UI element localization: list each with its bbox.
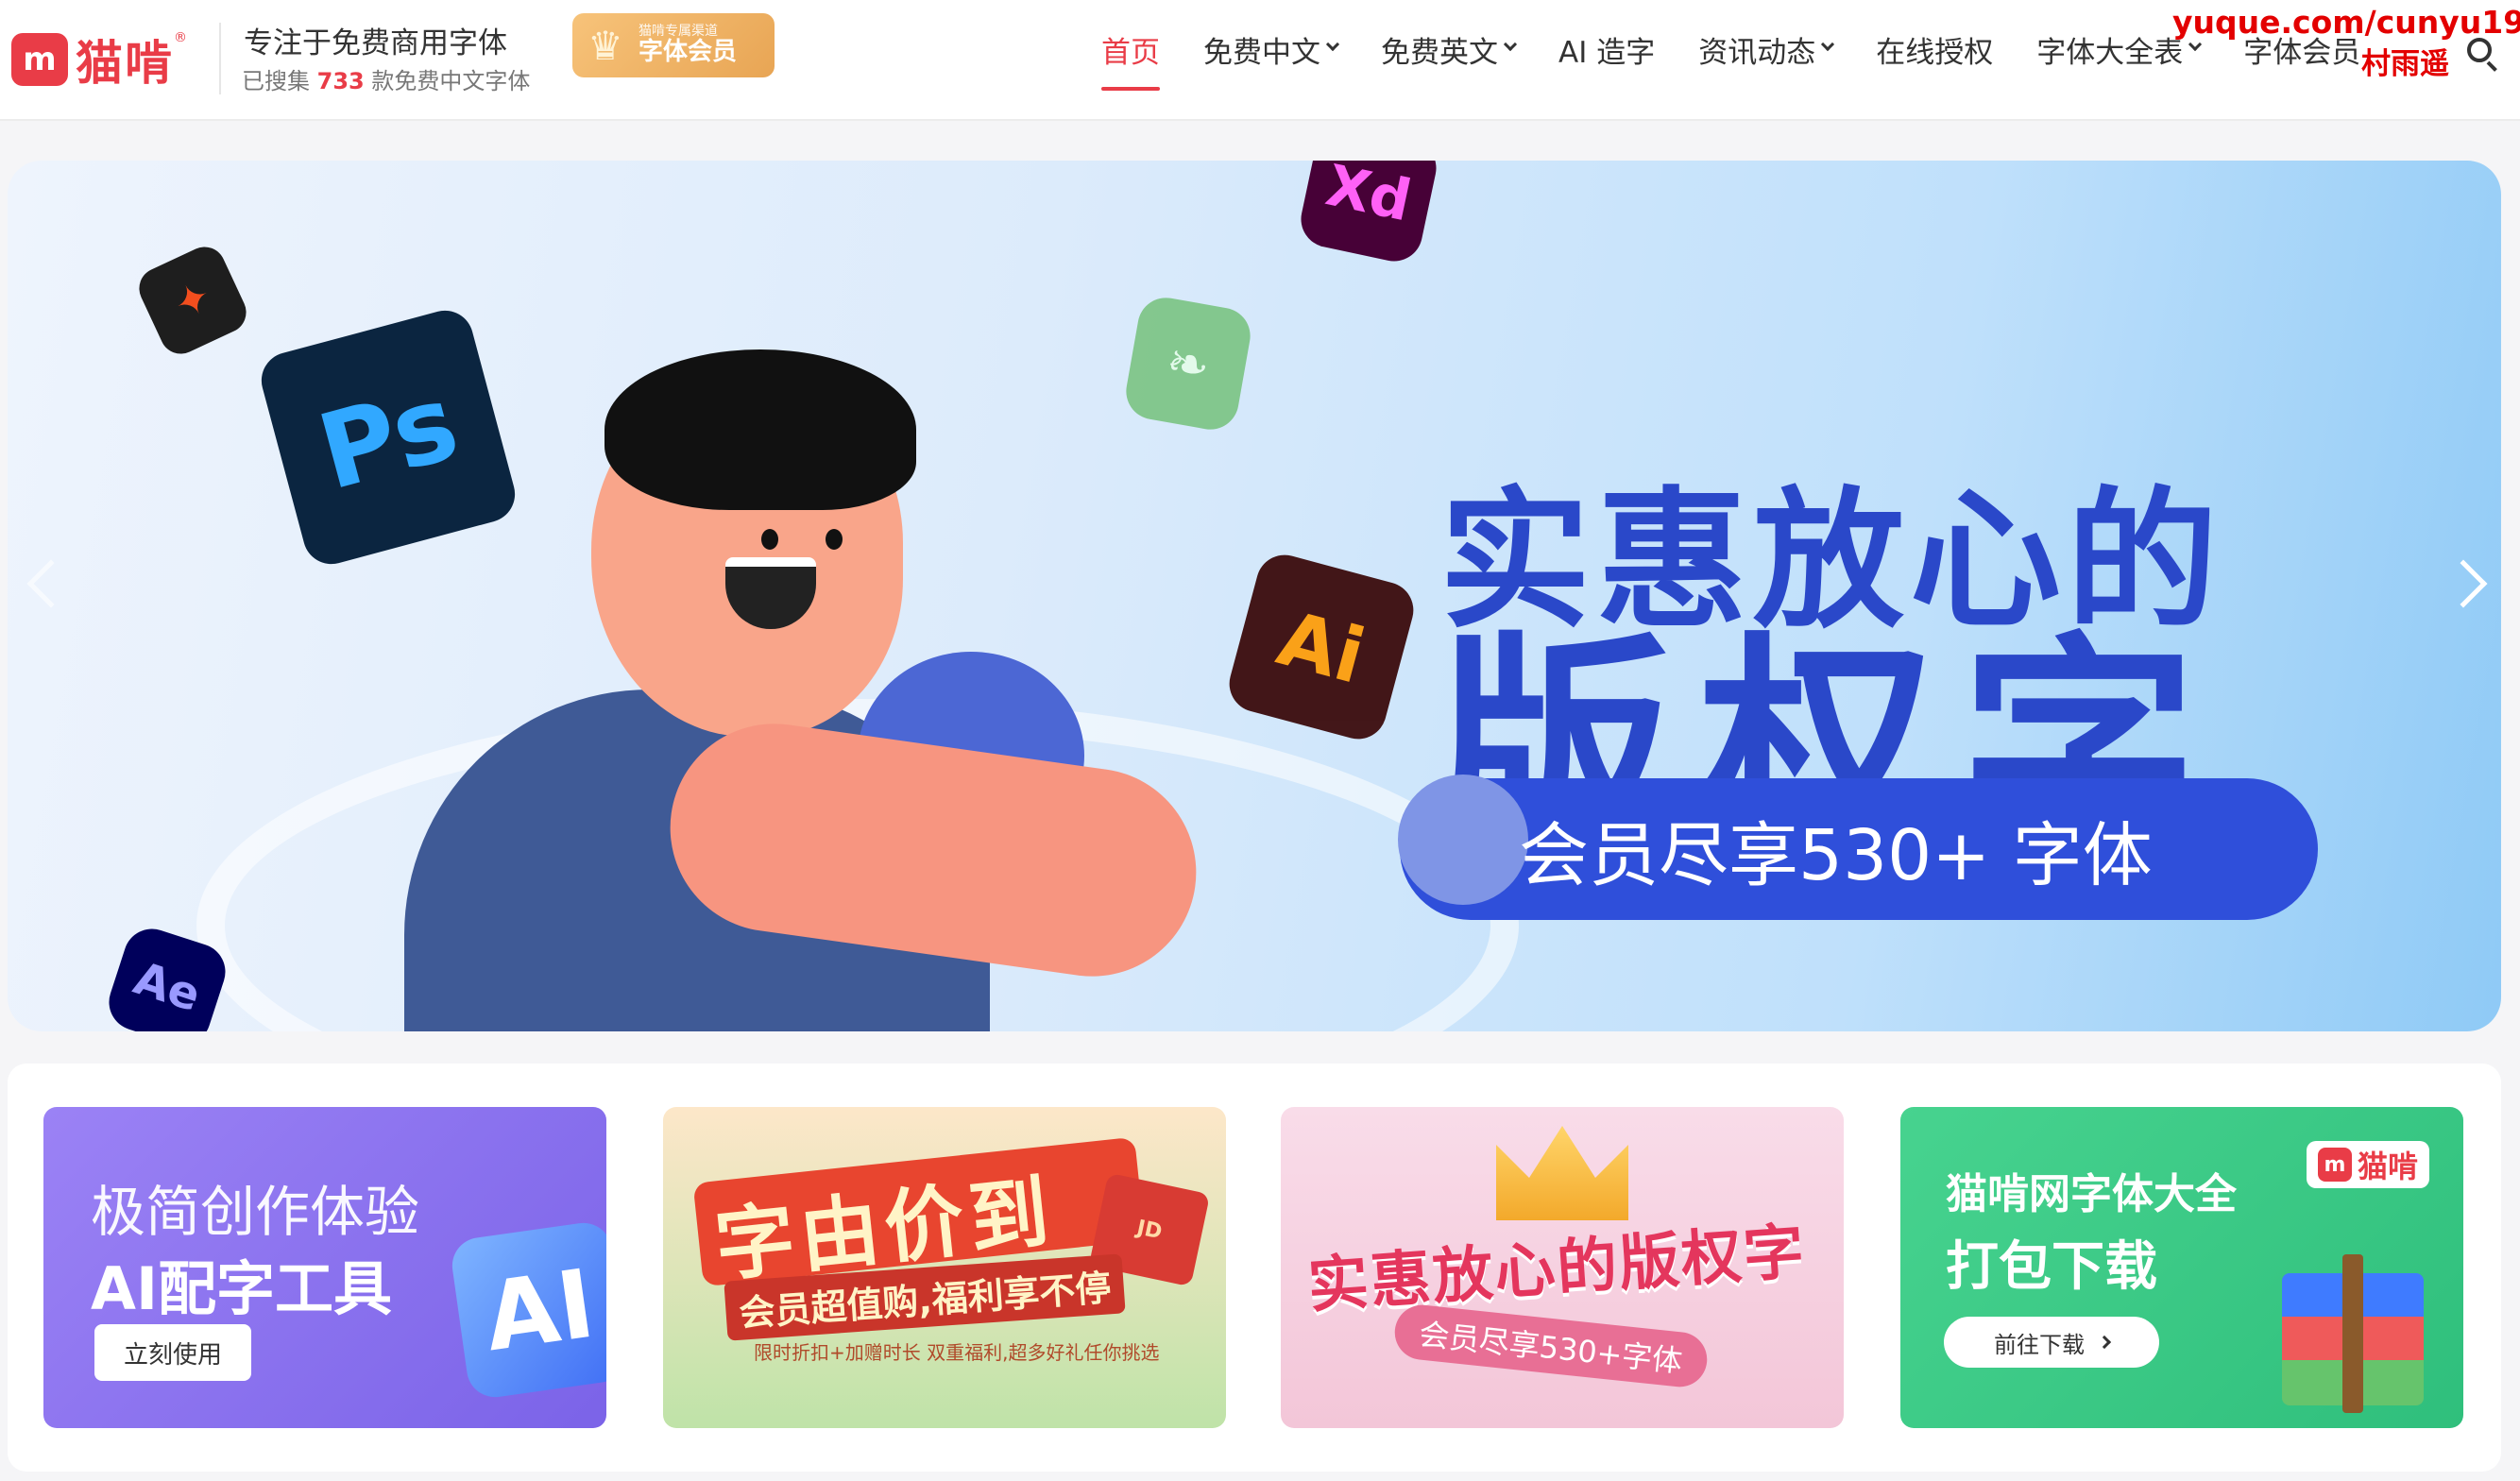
crown-icon: ♛ xyxy=(587,22,623,69)
vip-badge-text: 字体会员 xyxy=(639,38,738,67)
nav-item-label: 免费中文 xyxy=(1203,36,1320,70)
site-logo[interactable]: m 猫啃 ® xyxy=(11,26,200,93)
registered-mark: ® xyxy=(174,30,187,45)
nav-item-label: 首页 xyxy=(1101,36,1160,70)
hero-banner[interactable]: ✦ Ps Xd ❧ Ae Ai 实惠放心的 版权字 会员尽享530+ 字体 xyxy=(8,161,2501,1031)
pack-card-logo: m 猫啃 xyxy=(2307,1141,2430,1188)
search-icon-ring xyxy=(2467,38,2492,62)
go-download-label: 前往下载 xyxy=(1994,1331,2085,1358)
promo-card-vip[interactable]: 实惠放心的版权字 会员尽享530+字体 xyxy=(1281,1107,1844,1428)
ai-card-title-1: 极简创作体验 xyxy=(91,1180,420,1244)
watermark-url: yuque.com/cunyu1943 xyxy=(2172,4,2520,41)
vip-card-title: 实惠放心的版权字 xyxy=(1305,1217,1809,1322)
use-now-button[interactable]: 立刻使用 xyxy=(94,1324,251,1381)
site-tagline: 专注于免费商用字体 xyxy=(244,26,507,60)
font-count-prefix: 已搜集 xyxy=(242,68,310,94)
nav-item-license[interactable]: 在线授权 xyxy=(1876,28,1993,94)
photoshop-icon: Ps xyxy=(255,304,521,570)
pack-logo-text: 猫啃 xyxy=(2358,1149,2419,1184)
chevron-right-icon xyxy=(2097,1335,2112,1350)
illustrator-icon: Ai xyxy=(1222,548,1421,746)
vip-badge-button[interactable]: ♛ 猫啃专属渠道 字体会员 xyxy=(572,13,775,77)
ai-cube-icon: AI xyxy=(448,1218,606,1402)
xd-icon: Xd xyxy=(1295,161,1442,267)
banner-pill-text: 会员尽享530+ 字体 xyxy=(1519,815,2153,896)
carousel-next-icon[interactable] xyxy=(2439,559,2488,608)
archive-box-strap xyxy=(2342,1254,2363,1413)
nav-item-free-chinese[interactable]: 免费中文 xyxy=(1203,28,1340,94)
nav-item-label: 在线授权 xyxy=(1876,36,1994,70)
nav-item-label: 字体大全表 xyxy=(2036,36,2184,70)
nav-item-ai-font[interactable]: AI 造字 xyxy=(1558,28,1655,94)
logo-text: 猫啃 xyxy=(76,36,174,91)
promo-card-pack-download[interactable]: 猫啃网字体大全 打包下载 前往下载 m 猫啃 xyxy=(1900,1107,2463,1428)
chevron-down-icon xyxy=(1821,37,1835,52)
nav-item-label: 免费英文 xyxy=(1381,36,1498,70)
site-header: m 猫啃 ® 专注于免费商用字体 已搜集 733 款免费中文字体 ♛ 猫啃专属渠… xyxy=(0,0,2520,121)
nav-item-free-english[interactable]: 免费英文 xyxy=(1381,28,1518,94)
go-download-button[interactable]: 前往下载 xyxy=(1944,1317,2159,1368)
logo-mark-icon: m xyxy=(2318,1148,2352,1182)
font-count-suffix: 款免费中文字体 xyxy=(371,68,531,94)
pack-card-title-1: 猫啃网字体大全 xyxy=(1946,1170,2237,1218)
nav-item-label: 资讯动态 xyxy=(1698,36,1816,70)
vip-badge-small: 猫啃专属渠道 xyxy=(639,24,718,39)
nav-item-label: AI 造字 xyxy=(1558,36,1656,70)
nav-item-home[interactable]: 首页 xyxy=(1101,28,1160,94)
search-icon-handle xyxy=(2486,60,2497,72)
header-divider xyxy=(219,23,221,94)
vip-badge-label: 猫啃专属渠道 字体会员 xyxy=(639,24,738,67)
crown-icon xyxy=(1496,1126,1628,1220)
font-count: 733 xyxy=(316,68,365,94)
ai-card-title-2: AI配字工具 xyxy=(91,1254,393,1323)
vip-card-ribbon: 会员尽享530+字体 xyxy=(1391,1302,1711,1390)
watermark-name: 村雨遥 xyxy=(2361,47,2449,81)
font-count-line: 已搜集 733 款免费中文字体 xyxy=(242,62,530,95)
banner-pill-dot xyxy=(1398,775,1528,905)
chevron-down-icon xyxy=(1503,37,1518,52)
promo-card-ai-tool[interactable]: 极简创作体验 AI配字工具 立刻使用 AI xyxy=(43,1107,606,1428)
pack-card-title-2: 打包下载 xyxy=(1946,1236,2157,1298)
price-card-note: 限时折扣+加赠时长 双重福利,超多好礼任你挑选 xyxy=(754,1341,1160,1364)
illustration-hair xyxy=(604,349,916,510)
nav-item-news[interactable]: 资讯动态 xyxy=(1698,28,1835,94)
chevron-down-icon xyxy=(1325,37,1340,52)
promo-card-price[interactable]: 字由价到 JD 会员超值购,福利享不停 限时折扣+加赠时长 双重福利,超多好礼任… xyxy=(663,1107,1226,1428)
carousel-prev-icon[interactable] xyxy=(26,559,76,608)
illustration-eye xyxy=(761,529,778,550)
green-app-icon: ❧ xyxy=(1121,293,1255,434)
illustration-eye xyxy=(826,529,843,550)
figma-icon: ✦ xyxy=(132,240,253,361)
logo-mark-icon: m xyxy=(11,33,68,86)
archive-box-icon xyxy=(2282,1254,2424,1413)
search-icon[interactable] xyxy=(2467,38,2501,72)
